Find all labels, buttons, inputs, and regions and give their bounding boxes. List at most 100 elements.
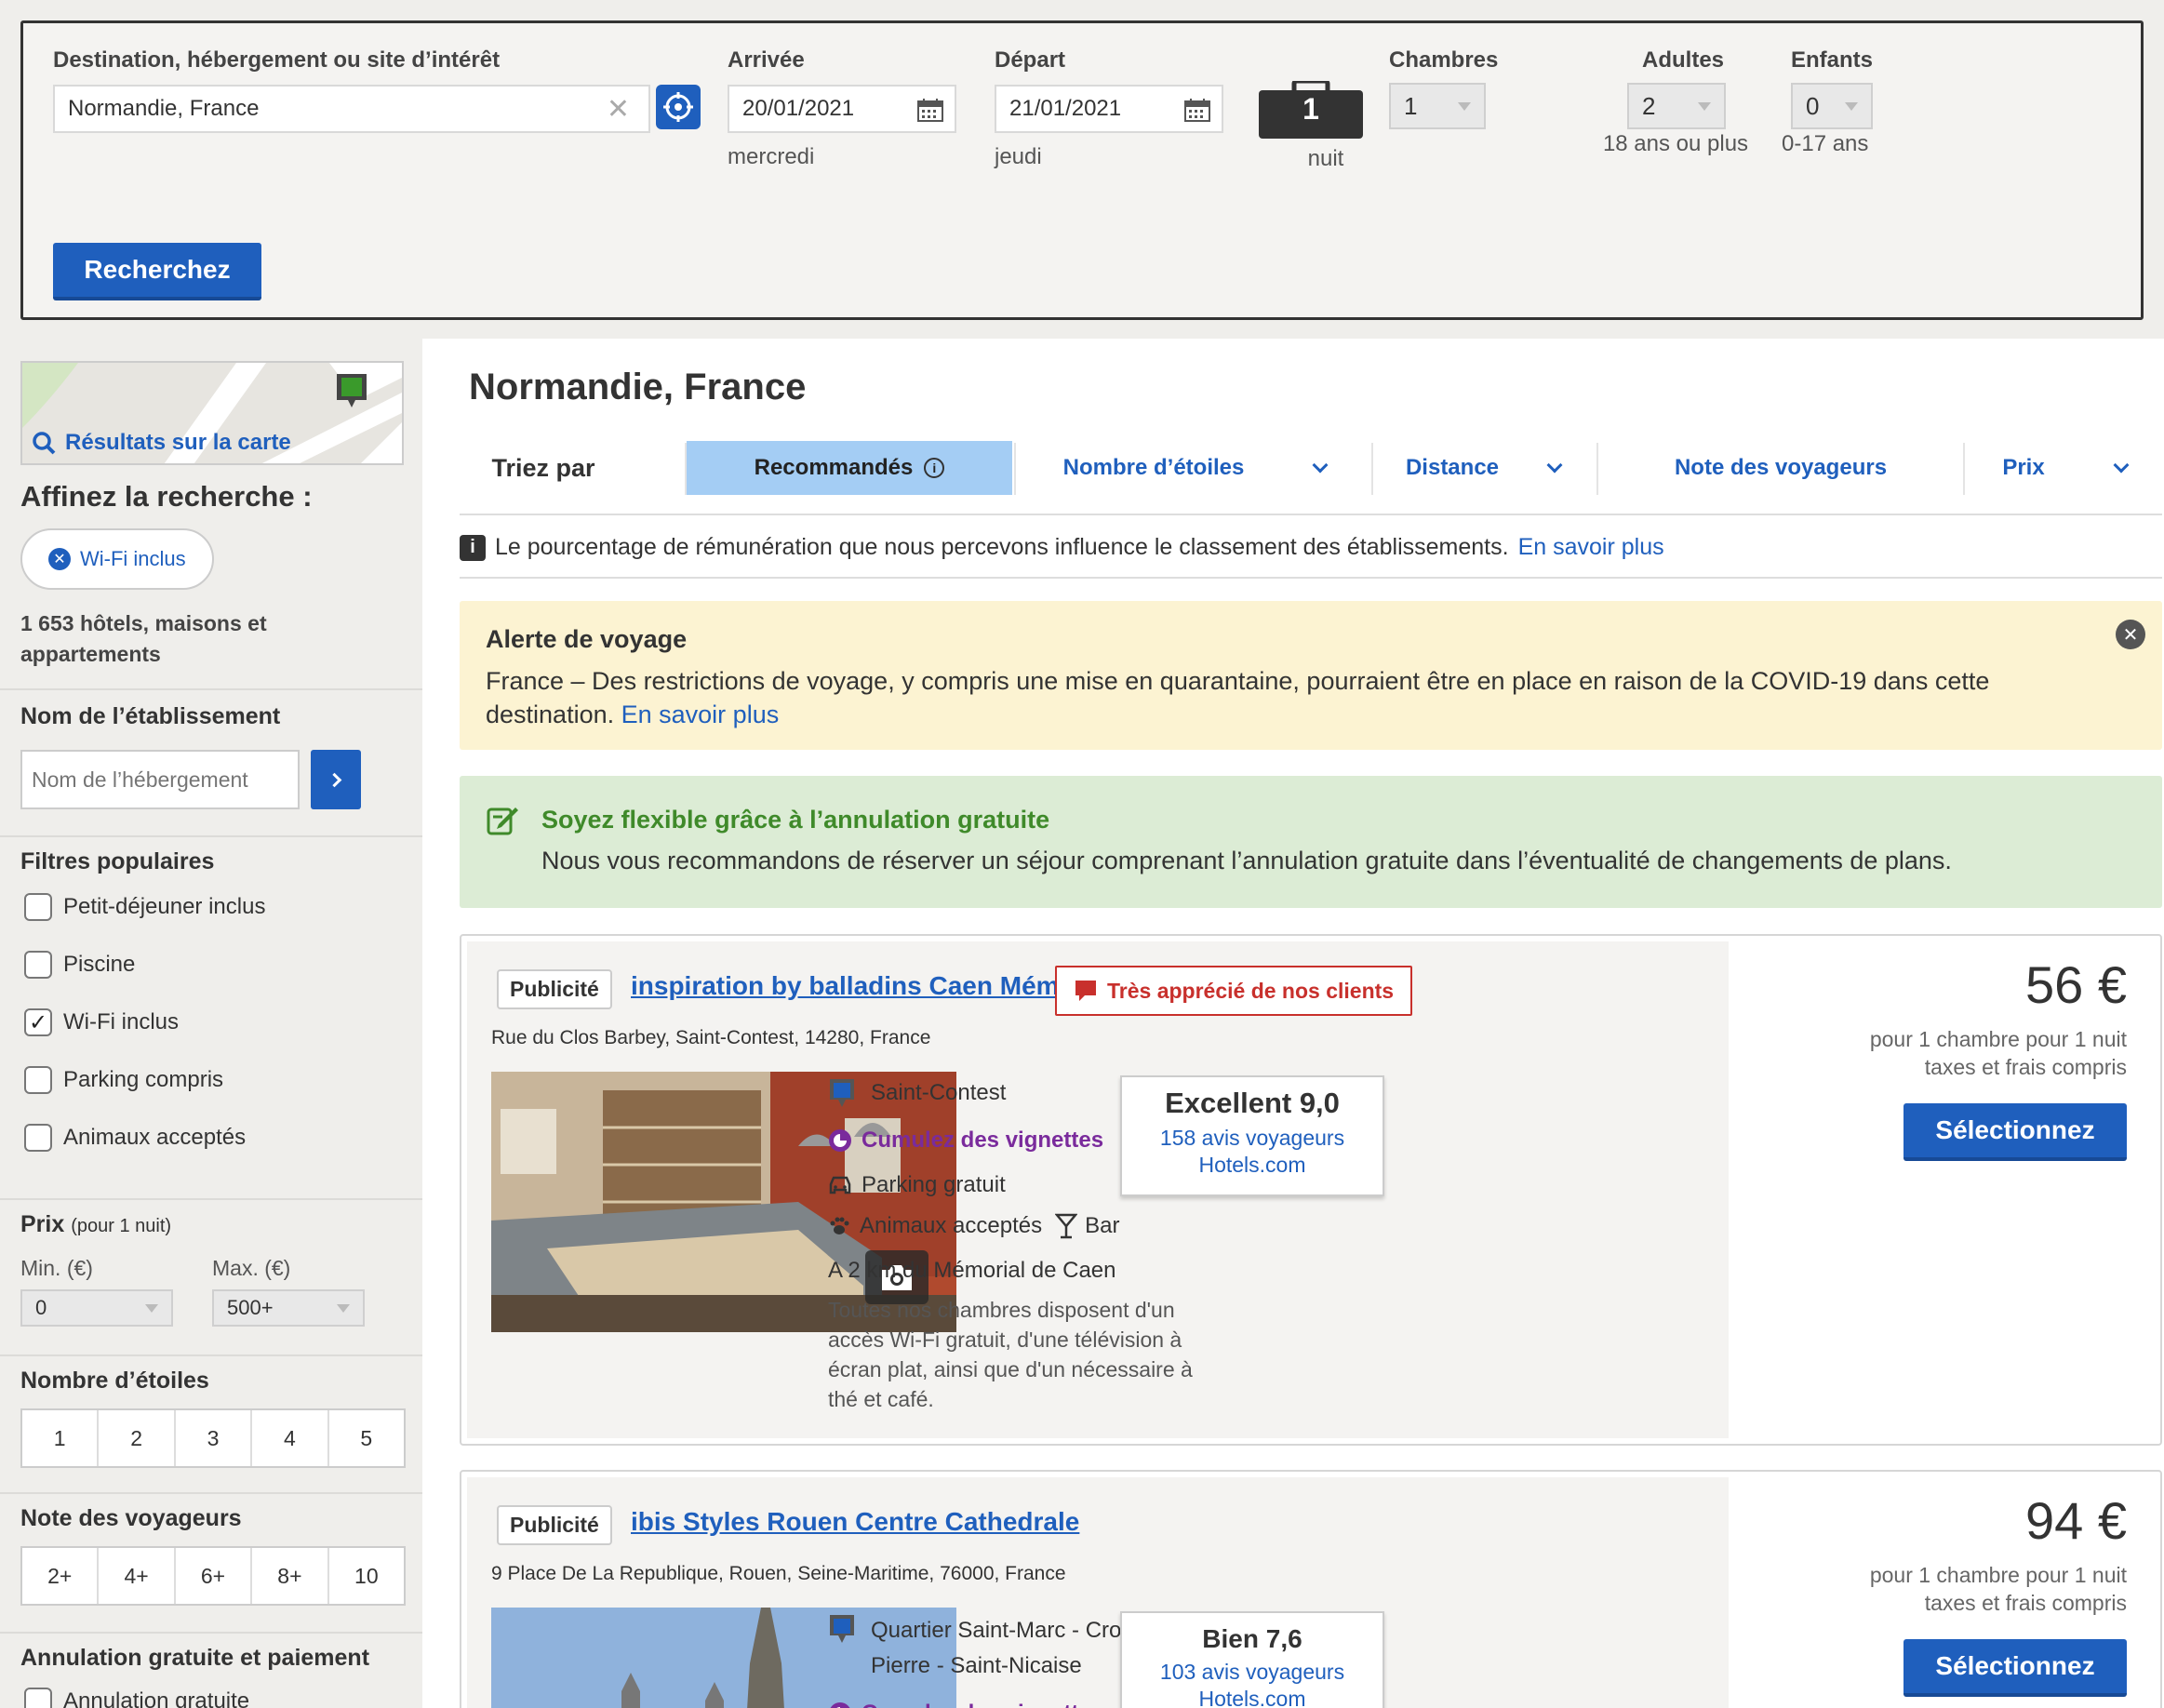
hotel-card-body: Publicité inspiration by balladins Caen …: [467, 941, 1729, 1438]
checkbox-checked[interactable]: ✓: [24, 1008, 52, 1036]
sort-recommended[interactable]: Recommandés i: [687, 441, 1012, 495]
calendar-icon[interactable]: [1184, 98, 1210, 122]
rooms-label: Chambres: [1389, 47, 1499, 73]
destination-input[interactable]: Normandie, France ✕: [53, 85, 650, 133]
info-icon: i: [460, 534, 486, 561]
filter-wifi[interactable]: ✓ Wi-Fi inclus: [24, 1008, 179, 1036]
checkbox[interactable]: [24, 893, 52, 921]
sort-option-label: Nombre d’étoiles: [1062, 455, 1245, 480]
arrival-day: mercredi: [728, 144, 815, 169]
info-icon[interactable]: i: [924, 458, 945, 478]
hotel-card[interactable]: Publicité ibis Styles Rouen Centre Cathe…: [460, 1470, 2162, 1708]
filter-free-cancellation[interactable]: Annulation gratuite: [24, 1688, 249, 1708]
divider: [1014, 443, 1016, 495]
children-select[interactable]: 0: [1791, 83, 1873, 129]
hotel-card-body: Publicité ibis Styles Rouen Centre Cathe…: [467, 1477, 1729, 1708]
hotel-name-link[interactable]: inspiration by balladins Caen Mémorial: [631, 971, 1115, 1001]
star-option[interactable]: 1: [22, 1410, 100, 1466]
landmark-distance: A 2 km du Mémorial de Caen: [828, 1258, 1116, 1283]
star-option[interactable]: 2: [99, 1410, 176, 1466]
divider: [0, 688, 422, 690]
locate-me-button[interactable]: [656, 85, 701, 129]
ranking-info: i Le pourcentage de rémunération que nou…: [460, 534, 1664, 561]
divider: [0, 1354, 422, 1356]
sort-stars[interactable]: Nombre d’étoiles: [1027, 441, 1362, 495]
arrival-date-input[interactable]: 20/01/2021: [728, 85, 956, 133]
close-alert-icon[interactable]: ✕: [2116, 620, 2145, 649]
star-option[interactable]: 5: [329, 1410, 404, 1466]
children-age-note: 0-17 ans: [1782, 131, 1869, 156]
filter-label: Animaux acceptés: [63, 1125, 247, 1150]
property-name-field[interactable]: [22, 752, 298, 807]
checkbox[interactable]: [24, 1066, 52, 1094]
price-max-select[interactable]: 500+: [212, 1289, 365, 1327]
map-pin-icon: [830, 1615, 854, 1643]
calendar-icon[interactable]: [917, 98, 943, 122]
remove-filter-icon[interactable]: ✕: [48, 548, 71, 570]
review-count-link[interactable]: 103 avis voyageurs: [1122, 1660, 1383, 1685]
loyalty-offer: Cumulez des vignettes: [828, 1128, 1103, 1154]
property-name-submit-button[interactable]: [311, 750, 361, 809]
price-min-select[interactable]: 0: [20, 1289, 173, 1327]
alert-learn-more-link[interactable]: En savoir plus: [621, 701, 780, 728]
checkbox[interactable]: [24, 1688, 52, 1708]
rating-option[interactable]: 2+: [22, 1548, 100, 1604]
checkbox[interactable]: [24, 951, 52, 979]
hotel-address: 9 Place De La Republique, Rouen, Seine-M…: [491, 1563, 1066, 1584]
clear-icon[interactable]: ✕: [607, 93, 630, 126]
rooms-select[interactable]: 1: [1389, 83, 1486, 129]
car-icon: [829, 1176, 851, 1194]
rooms-value: 1: [1404, 91, 1418, 120]
location-label: Saint-Contest: [871, 1080, 1007, 1105]
hotel-card[interactable]: Publicité inspiration by balladins Caen …: [460, 934, 2162, 1446]
alert-text: France – Des restrictions de voyage, y c…: [486, 664, 2086, 731]
rating-option[interactable]: 10: [329, 1548, 404, 1604]
rating-box[interactable]: Bien 7,6 103 avis voyageurs Hotels.com: [1120, 1611, 1384, 1708]
filter-pets[interactable]: Animaux acceptés: [24, 1124, 246, 1152]
stars-selector: 1 2 3 4 5: [20, 1408, 406, 1468]
review-count-link[interactable]: 158 avis voyageurs: [1122, 1126, 1383, 1151]
star-option[interactable]: 4: [252, 1410, 329, 1466]
hotel-name-link[interactable]: ibis Styles Rouen Centre Cathedrale: [631, 1507, 1079, 1537]
divider: [685, 443, 687, 495]
filter-breakfast[interactable]: Petit-déjeuner inclus: [24, 893, 265, 921]
sort-price[interactable]: Prix: [1967, 441, 2162, 495]
price-note-line: pour 1 chambre pour 1 nuit: [1869, 1563, 2127, 1587]
checkbox[interactable]: [24, 1124, 52, 1152]
sort-distance[interactable]: Distance: [1371, 441, 1595, 495]
divider: [1596, 443, 1598, 495]
result-count: 1 653 hôtels, maisons et appartements: [20, 611, 267, 666]
rating-option[interactable]: 6+: [176, 1548, 253, 1604]
filter-label: Petit-déjeuner inclus: [63, 894, 266, 919]
rating-box[interactable]: Excellent 9,0 158 avis voyageurs Hotels.…: [1120, 1075, 1384, 1196]
departure-date-input[interactable]: 21/01/2021: [995, 85, 1223, 133]
select-button[interactable]: Sélectionnez: [1904, 1639, 2127, 1697]
rating-option[interactable]: 4+: [99, 1548, 176, 1604]
price-min-value: 0: [35, 1296, 47, 1319]
select-button[interactable]: Sélectionnez: [1904, 1103, 2127, 1161]
popular-filters-title: Filtres populaires: [20, 848, 215, 874]
adults-select[interactable]: 2: [1627, 83, 1726, 129]
filter-parking[interactable]: Parking compris: [24, 1066, 223, 1094]
alert-title: Alerte de voyage: [486, 625, 688, 653]
active-filter-chip[interactable]: ✕ Wi-Fi inclus: [20, 528, 214, 590]
amenity-label: Animaux acceptés: [860, 1213, 1043, 1238]
sort-guest-rating[interactable]: Note des voyageurs: [1604, 441, 1957, 495]
amenity-parking: Parking gratuit: [828, 1172, 1006, 1198]
map-results-label: Résultats sur la carte: [65, 430, 291, 455]
search-button[interactable]: Recherchez: [53, 243, 261, 300]
property-name-input[interactable]: [20, 750, 300, 809]
stars-title: Nombre d’étoiles: [20, 1368, 209, 1394]
rating-option[interactable]: 8+: [252, 1548, 329, 1604]
star-option[interactable]: 3: [176, 1410, 253, 1466]
filter-pool[interactable]: Piscine: [24, 951, 135, 979]
departure-label: Départ: [995, 47, 1066, 73]
map-preview[interactable]: Résultats sur la carte: [20, 361, 404, 465]
rating-label: Bien 7,6: [1202, 1624, 1302, 1653]
hotel-photo[interactable]: [491, 1072, 956, 1332]
dropdown-arrow-icon: [145, 1303, 158, 1313]
ad-badge: Publicité: [497, 1505, 612, 1545]
learn-more-link[interactable]: En savoir plus: [1518, 534, 1664, 561]
hotel-price: 94 €: [2025, 1491, 2127, 1550]
map-results-link[interactable]: Résultats sur la carte: [32, 430, 291, 456]
